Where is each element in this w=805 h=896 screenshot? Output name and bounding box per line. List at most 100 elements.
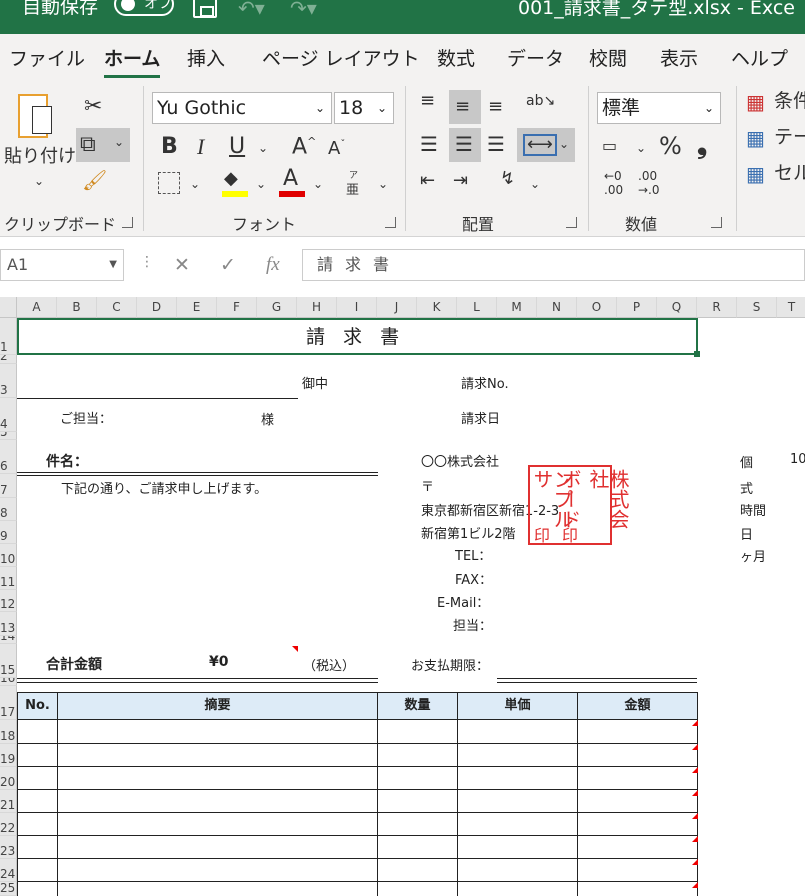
copy-button[interactable]: ⧉ ⌄ [76,128,130,162]
formula-input[interactable]: 請求書 [302,249,805,281]
row-header-23[interactable]: 23 [0,836,17,859]
column-header-r[interactable]: R [697,297,737,318]
cell-styles-icon[interactable]: ▦ [746,164,765,184]
wrap-dropdown-icon[interactable]: ⌄ [530,178,540,190]
row-header-16[interactable]: 16 [0,678,17,686]
row-header-12[interactable]: 12 [0,590,17,612]
tab-formulas[interactable]: 数式 [437,44,475,71]
row-header-7[interactable]: 7 [0,474,17,498]
align-right-icon[interactable]: ☰ [487,134,505,154]
font-color-dropdown-icon[interactable]: ⌄ [313,178,323,190]
row-header-4[interactable]: 4 [0,398,17,432]
insert-function-icon[interactable]: fx [266,254,280,276]
font-launcher-icon[interactable] [385,217,396,228]
column-header-k[interactable]: K [417,297,457,318]
row-header-18[interactable]: 18 [0,720,17,744]
more-options-icon[interactable]: ⋮ [140,254,154,270]
row-header-19[interactable]: 19 [0,744,17,767]
column-header-o[interactable]: O [577,297,617,318]
clipboard-launcher-icon[interactable] [122,217,133,228]
align-top-icon[interactable]: ≡ [420,92,435,110]
row-header-10[interactable]: 10 [0,544,17,567]
column-header-a[interactable]: A [17,297,57,318]
row-header-3[interactable]: 3 [0,364,17,398]
currency-format-icon[interactable]: ▭ [602,138,617,154]
number-launcher-icon[interactable] [711,217,722,228]
paste-icon[interactable] [18,94,52,138]
tab-home[interactable]: ホーム [104,44,161,78]
row-header-22[interactable]: 22 [0,813,17,836]
column-header-c[interactable]: C [97,297,137,318]
borders-dropdown-icon[interactable]: ⌄ [190,178,200,190]
cancel-icon[interactable]: ✕ [174,254,190,276]
paste-button[interactable]: 貼り付け [4,148,76,166]
cut-icon[interactable]: ✂ [84,96,102,118]
merge-center-button[interactable]: ⟷ ⌄ [517,128,575,162]
percent-style-button[interactable]: % [659,134,682,158]
row-header-1[interactable]: 1 [0,318,17,355]
column-header-q[interactable]: Q [657,297,697,318]
column-header-f[interactable]: F [217,297,257,318]
row-header-13[interactable]: 13 [0,612,17,636]
italic-button[interactable]: I [197,136,204,158]
column-header-m[interactable]: M [497,297,537,318]
enter-icon[interactable]: ✓ [220,254,236,276]
format-painter-icon[interactable]: 🖌 [82,170,107,190]
increase-indent-icon[interactable]: ⇥ [453,172,468,190]
fill-color-icon[interactable]: ◆ [224,170,238,188]
alignment-launcher-icon[interactable] [566,217,577,228]
column-header-e[interactable]: E [177,297,217,318]
font-color-button[interactable]: A [283,168,298,190]
shrink-font-button[interactable]: Aˇ [328,140,345,158]
font-size-select[interactable]: 18 ⌄ [334,92,394,124]
row-header-5[interactable]: 5 [0,432,17,440]
cell-styles-button[interactable]: セル [774,164,805,183]
wrap-text-icon[interactable]: ↯ [500,170,515,188]
row-header-8[interactable]: 8 [0,498,17,521]
phonetic-button[interactable]: 亜 [346,184,359,197]
bold-button[interactable]: B [161,136,178,158]
column-header-h[interactable]: H [297,297,337,318]
font-name-select[interactable]: Yu Gothic ⌄ [152,92,332,124]
row-header-9[interactable]: 9 [0,521,17,544]
tab-review[interactable]: 校閲 [589,44,627,71]
column-header-d[interactable]: D [137,297,177,318]
phonetic-dropdown-icon[interactable]: ⌄ [378,178,388,190]
align-bottom-icon[interactable]: ≡ [488,98,503,116]
paste-dropdown-icon[interactable]: ⌄ [34,175,44,187]
format-as-table-icon[interactable]: ▦ [746,128,765,148]
name-box[interactable]: A1 ▼ [0,249,124,281]
column-header-t[interactable]: T [777,297,805,318]
row-header-21[interactable]: 21 [0,790,17,813]
row-header-15[interactable]: 15 [0,644,17,678]
row-header-25[interactable]: 25 [0,882,17,896]
decrease-indent-icon[interactable]: ⇤ [420,172,435,190]
column-header-p[interactable]: P [617,297,657,318]
column-header-i[interactable]: I [337,297,377,318]
tab-insert[interactable]: 挿入 [187,44,225,71]
column-header-l[interactable]: L [457,297,497,318]
number-format-select[interactable]: 標準 ⌄ [597,92,721,124]
grow-font-button[interactable]: A^ [292,136,316,158]
row-header-2[interactable]: 2 [0,355,17,364]
align-middle-button[interactable]: ≡ [449,90,481,124]
tab-view[interactable]: 表示 [660,44,698,71]
underline-button[interactable]: U [229,136,245,158]
tab-file[interactable]: ファイル [9,44,85,71]
column-header-n[interactable]: N [537,297,577,318]
align-left-icon[interactable]: ☰ [420,134,438,154]
redo-icon[interactable]: ↷▾ [290,0,317,20]
conditional-format-button[interactable]: 条件 [774,92,805,111]
currency-dropdown-icon[interactable]: ⌄ [636,142,646,154]
column-header-g[interactable]: G [257,297,297,318]
comma-style-button[interactable]: ❟ [697,132,707,158]
select-all-corner[interactable] [0,297,17,318]
tab-data[interactable]: データ [507,44,564,71]
row-header-11[interactable]: 11 [0,567,17,590]
format-as-table-button[interactable]: テー [774,128,805,147]
tab-help[interactable]: ヘルプ [731,44,788,71]
conditional-format-icon[interactable]: ▦ [746,92,765,112]
column-header-j[interactable]: J [377,297,417,318]
row-header-17[interactable]: 17 [0,686,17,720]
column-header-s[interactable]: S [737,297,777,318]
